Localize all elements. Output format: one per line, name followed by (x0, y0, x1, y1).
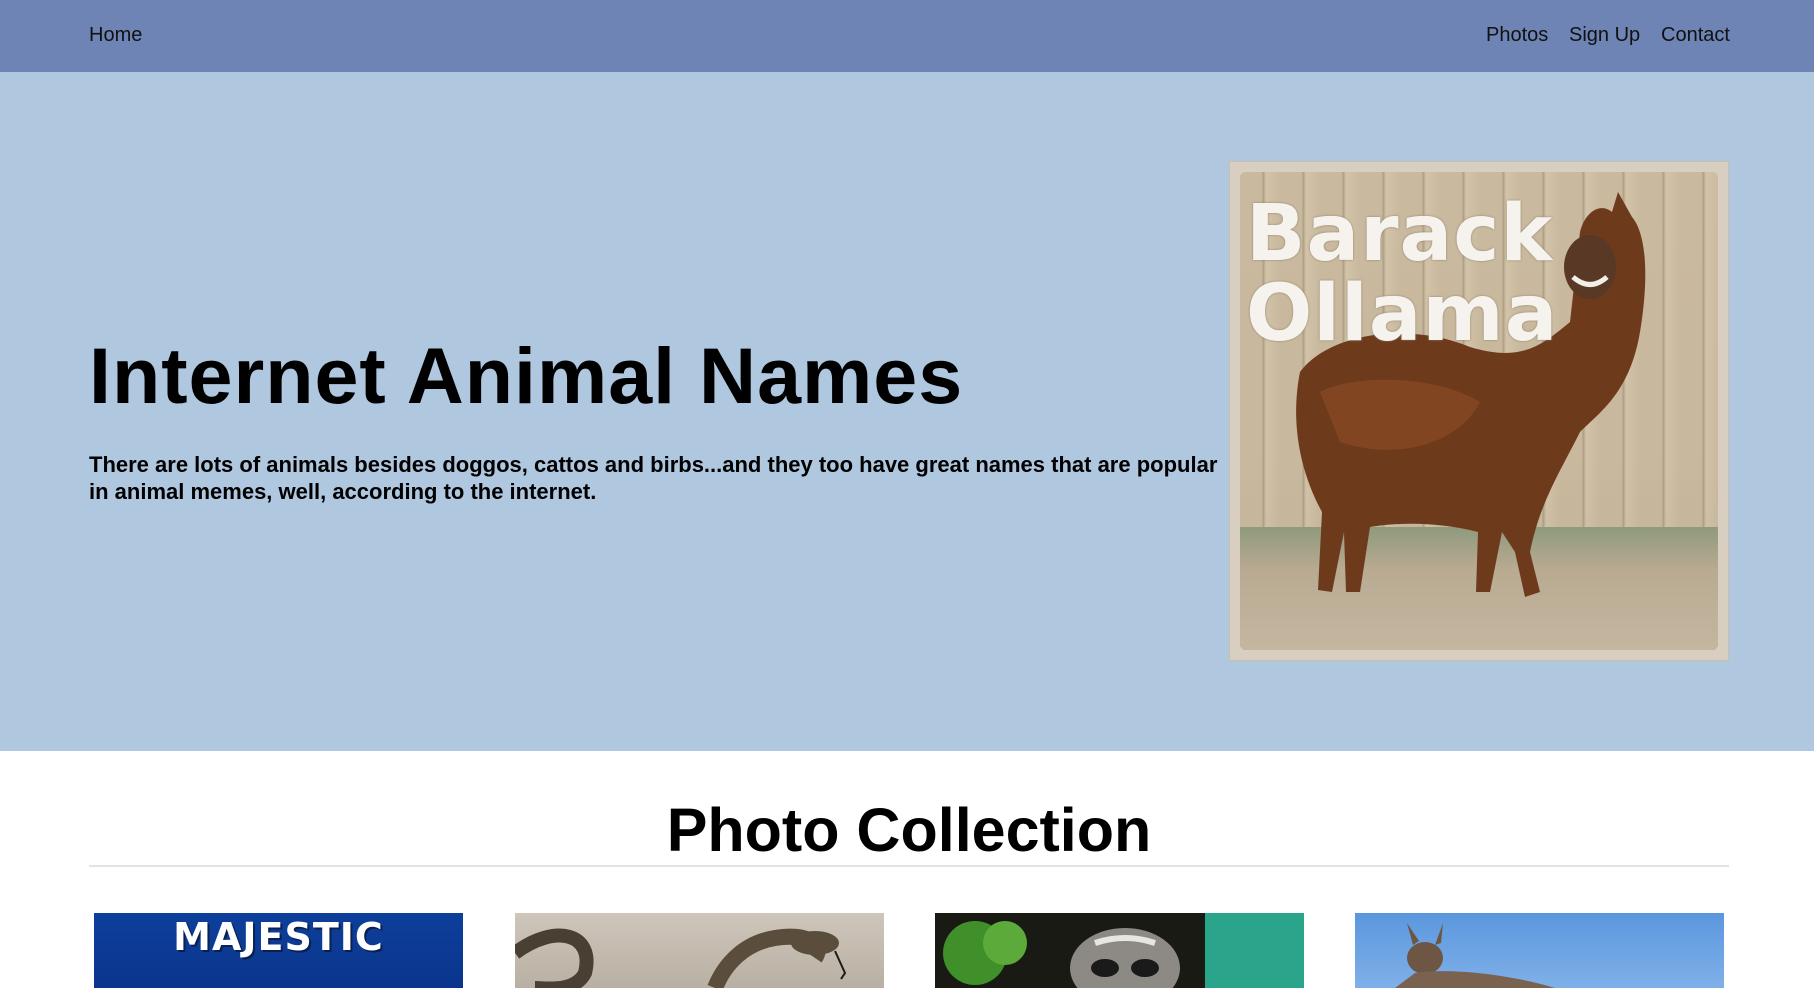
nav-link-home[interactable]: Home (89, 22, 142, 48)
llama-photo: Barack Ollama (1240, 172, 1718, 650)
raccoon-figure (943, 913, 1304, 988)
section-divider (89, 865, 1729, 867)
nav-link-photos[interactable]: Photos (1486, 22, 1548, 48)
photo-collection-title: Photo Collection (666, 796, 1152, 864)
thumbnail-raccoon[interactable] (935, 913, 1304, 988)
hero-description: There are lots of animals besides doggos… (89, 452, 1218, 504)
snake-head (791, 931, 839, 955)
nav-link-signup[interactable]: Sign Up (1569, 22, 1640, 48)
hero-title: Internet Animal Names (89, 331, 964, 420)
meme-caption-line-2: Ollama (1246, 269, 1559, 359)
thumbnail-snake[interactable] (515, 913, 884, 988)
kangaroo-head (1407, 942, 1443, 974)
raccoon-eye-mask-left (1091, 959, 1119, 977)
llama-face (1564, 235, 1616, 299)
snake-coil-left (515, 928, 594, 988)
kangaroo-figure (1395, 923, 1555, 988)
snake-tongue (834, 950, 847, 980)
thumbnail-majestic[interactable]: MAJESTIC (94, 913, 463, 988)
kangaroo-body (1395, 971, 1555, 988)
raccoon-eye-mask-right (1131, 959, 1159, 977)
plant-leaves-2 (983, 921, 1027, 965)
kangaroo-ear-right (1435, 923, 1443, 945)
thumbnail-caption: MAJESTIC (173, 915, 384, 959)
kangaroo-ear-left (1407, 923, 1419, 945)
hero-llama-image: Barack Ollama (1229, 161, 1729, 661)
top-navbar: Home Photos Sign Up Contact (0, 0, 1814, 72)
meme-caption-line-1: Barack (1246, 189, 1554, 279)
thumbnail-kangaroo[interactable] (1355, 913, 1724, 988)
green-bucket (1205, 913, 1304, 988)
snake-figure (515, 928, 847, 988)
nav-link-contact[interactable]: Contact (1661, 22, 1730, 48)
meme-caption: Barack Ollama (1246, 194, 1558, 354)
